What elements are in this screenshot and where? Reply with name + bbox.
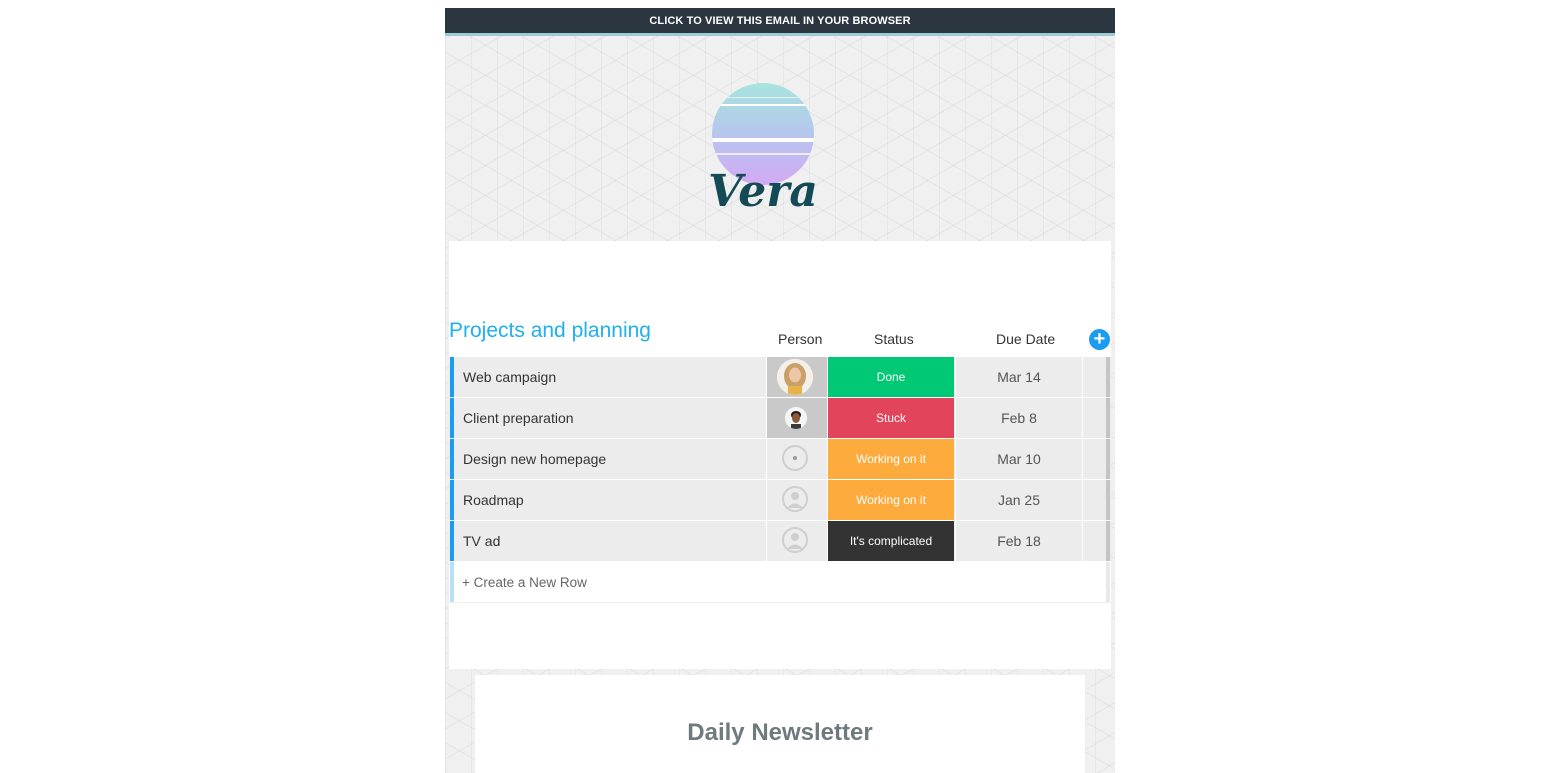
row-name[interactable]: Web campaign [463,369,556,385]
status-label[interactable]: It's complicated [828,521,954,561]
group-color-bar [450,357,454,397]
status-label[interactable]: Working on it [828,439,954,479]
group-color-bar [450,398,454,438]
group-color-bar [450,562,454,602]
row-extra-cell [1082,521,1107,561]
group-color-bar [450,521,454,561]
board-rows: Web campaign Done Mar 14 Client preparat… [449,357,1111,603]
board-title: Projects and planning [449,319,651,342]
column-header-due-date: Due Date [996,331,1056,347]
row-edge [1106,357,1110,397]
table-row[interactable]: Design new homepage Working on it Mar 10 [449,439,1111,479]
woman-avatar [777,359,813,395]
due-date[interactable]: Feb 8 [955,398,1082,438]
person-cell[interactable] [766,521,828,561]
row-name[interactable]: Design new homepage [463,451,606,467]
add-column-plus-icon[interactable]: + [1089,329,1110,350]
view-in-browser-link[interactable]: CLICK TO VIEW THIS EMAIL IN YOUR BROWSER [445,8,1115,36]
row-edge [1106,562,1110,602]
column-header-status: Status [874,331,914,347]
row-edge [1106,521,1110,561]
empty-user-icon [782,527,808,553]
vera-logo: Vera [705,80,835,220]
due-date[interactable]: Mar 10 [955,439,1082,479]
board-card: Projects and planning Person Status Due … [449,241,1111,669]
create-row[interactable]: + Create a New Row [449,562,1111,603]
due-date[interactable]: Mar 14 [955,357,1082,397]
newsletter-card: Daily Newsletter [475,675,1085,773]
column-header-person: Person [778,331,823,347]
person-cell[interactable] [766,357,828,397]
empty-user-icon [782,486,808,512]
person-cell[interactable] [766,398,828,438]
vera-logo-text: Vera [708,166,818,217]
due-date[interactable]: Jan 25 [955,480,1082,520]
person-cell[interactable] [766,439,828,479]
row-name[interactable]: TV ad [463,533,500,549]
row-extra-cell [1082,439,1107,479]
table-row[interactable]: TV ad It's complicated Feb 18 [449,521,1111,561]
row-extra-cell [1082,480,1107,520]
person-cell[interactable] [766,480,828,520]
due-date[interactable]: Feb 18 [955,521,1082,561]
table-row[interactable]: Client preparation Stuck Feb 8 [449,398,1111,438]
status-label[interactable]: Working on it [828,480,954,520]
status-label[interactable]: Stuck [828,398,954,438]
status-label[interactable]: Done [828,357,954,397]
row-extra-cell [1082,398,1107,438]
row-name[interactable]: Roadmap [463,492,524,508]
man-avatar [785,407,807,429]
row-edge [1106,480,1110,520]
group-color-bar [450,439,454,479]
table-row[interactable]: Web campaign Done Mar 14 [449,357,1111,397]
row-name[interactable]: Client preparation [463,410,574,426]
table-row[interactable]: Roadmap Working on it Jan 25 [449,480,1111,520]
newsletter-title: Daily Newsletter [687,719,873,746]
group-color-bar [450,480,454,520]
email-container: CLICK TO VIEW THIS EMAIL IN YOUR BROWSER… [445,8,1115,773]
row-extra-cell [1082,357,1107,397]
empty-user-icon [782,445,808,471]
row-edge [1106,439,1110,479]
create-new-row-link[interactable]: + Create a New Row [462,575,587,590]
row-edge [1106,398,1110,438]
